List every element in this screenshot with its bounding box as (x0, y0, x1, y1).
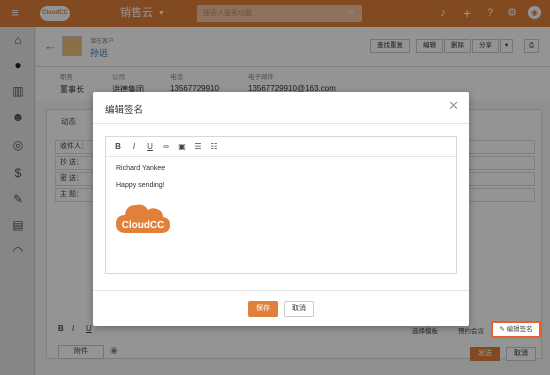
editor-toolbar: B I U ∞ ▣ ☰ ☷ (106, 137, 456, 157)
dialog-header: 编辑签名 ✕ (93, 92, 469, 124)
signature-name: Richard Yankee (116, 165, 166, 172)
link-icon[interactable]: ∞ (160, 141, 172, 153)
edit-signature-dialog: 编辑签名 ✕ B I U ∞ ▣ ☰ ☷ Richard Yankee Happ… (93, 92, 469, 326)
logo-text: CloudCC (122, 220, 165, 231)
bullet-list-icon[interactable]: ☷ (208, 141, 220, 153)
numbered-list-icon[interactable]: ☰ (192, 141, 204, 153)
close-icon[interactable]: ✕ (448, 99, 459, 113)
signature-line: Happy sending! (116, 182, 165, 189)
bold-icon[interactable]: B (112, 141, 124, 153)
edit-signature-label: 编辑签名 (506, 326, 533, 333)
pen-icon: ✎ (499, 326, 505, 333)
signature-editor[interactable]: B I U ∞ ▣ ☰ ☷ Richard Yankee Happy sendi… (105, 136, 457, 274)
underline-icon[interactable]: U (144, 141, 156, 153)
edit-signature-button[interactable]: ✎ 编辑签名 (491, 321, 541, 338)
cancel-button[interactable]: 取消 (284, 301, 314, 317)
image-icon[interactable]: ▣ (176, 141, 188, 153)
cloudcc-logo-image: CloudCC (116, 204, 170, 233)
dialog-footer: 保存 取消 (93, 290, 469, 326)
dialog-title: 编辑签名 (105, 105, 144, 116)
save-button[interactable]: 保存 (248, 301, 278, 317)
italic-icon[interactable]: I (128, 141, 140, 153)
